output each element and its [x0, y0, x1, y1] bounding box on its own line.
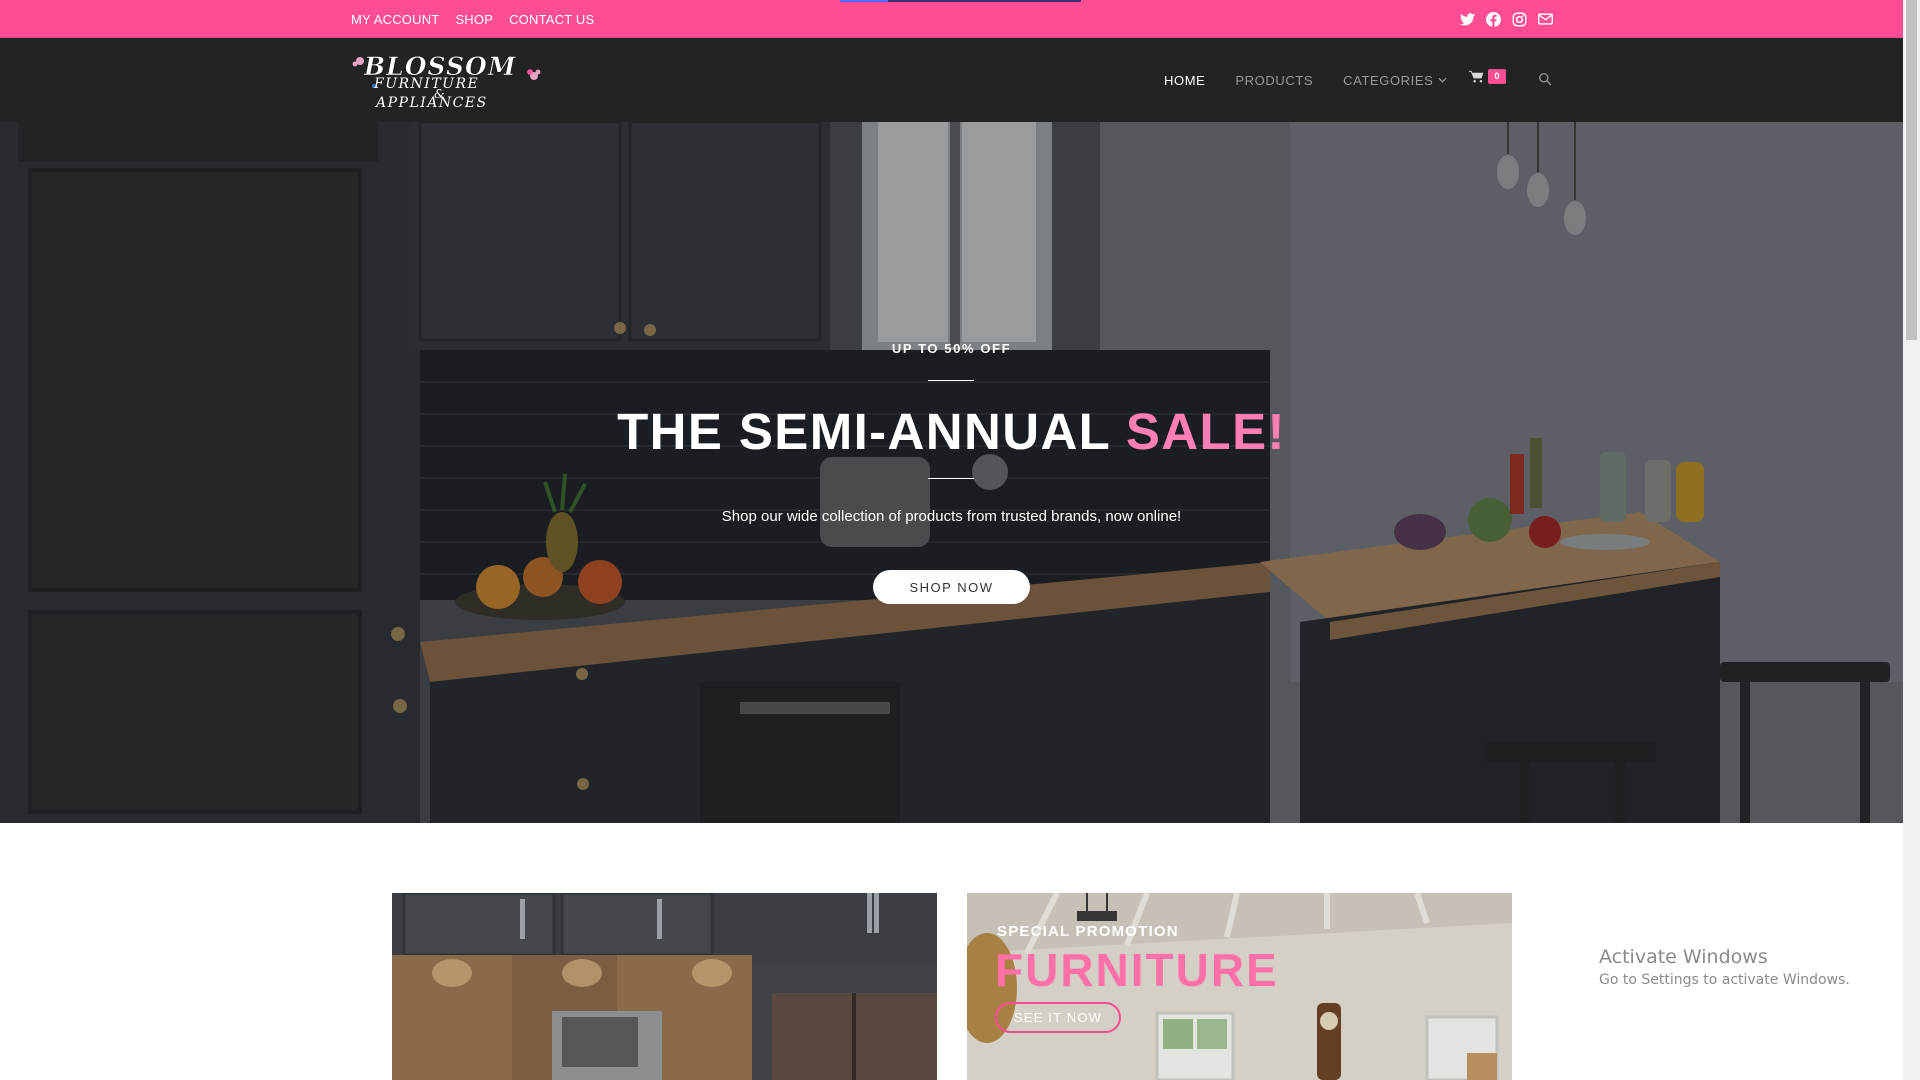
nav-categories-label: CATEGORIES: [1343, 72, 1434, 88]
hero-title-accent: SALE!: [1125, 403, 1286, 460]
top-bar: MY ACCOUNT SHOP CONTACT US: [0, 0, 1903, 38]
hero-subtitle: Shop our wide collection of products fro…: [721, 508, 1182, 525]
chevron-down-icon: [1438, 77, 1447, 83]
shop-link[interactable]: SHOP: [455, 12, 493, 27]
scrollbar-thumb[interactable]: [1906, 0, 1917, 340]
nav-home[interactable]: HOME: [1164, 73, 1205, 88]
nav-products[interactable]: PRODUCTS: [1235, 73, 1313, 88]
nav-categories[interactable]: CATEGORIES: [1343, 73, 1447, 88]
cart-icon: [1469, 70, 1484, 83]
instagram-icon[interactable]: [1511, 11, 1527, 27]
promo-title: FURNITURE: [995, 944, 1279, 996]
social-links: [1459, 0, 1553, 38]
search-button[interactable]: [1538, 72, 1552, 91]
search-icon: [1539, 73, 1552, 86]
facebook-icon[interactable]: [1485, 11, 1501, 27]
windows-activation-watermark: Activate Windows Go to Settings to activ…: [1599, 946, 1850, 988]
page-load-progress: [840, 0, 1081, 2]
promo-card-furniture[interactable]: SPECIAL PROMOTION FURNITURE SEE IT NOW: [967, 893, 1512, 1080]
promo-card-appliances[interactable]: [392, 893, 937, 1080]
logo-line-2: FURNITURE: [373, 76, 479, 92]
top-links: MY ACCOUNT SHOP CONTACT US: [351, 0, 594, 38]
site-header: BLOSSOM FURNITURE & APPLIANCES HOME PROD…: [0, 38, 1903, 122]
appliance-kitchen-image: [392, 893, 937, 1080]
see-it-now-button[interactable]: SEE IT NOW: [995, 1002, 1121, 1033]
watermark-subtitle: Go to Settings to activate Windows.: [1599, 972, 1850, 988]
main-nav: HOME PRODUCTS CATEGORIES: [1164, 38, 1477, 122]
hero-divider-bottom: [928, 478, 974, 479]
hero-eyebrow: UP TO 50% OFF: [891, 341, 1012, 356]
promo-eyebrow: SPECIAL PROMOTION: [997, 923, 1179, 940]
my-account-link[interactable]: MY ACCOUNT: [351, 12, 439, 27]
watermark-title: Activate Windows: [1599, 946, 1768, 968]
hero-divider-top: [928, 380, 974, 381]
hero-banner: UP TO 50% OFF THE SEMI-ANNUAL SALE! Shop…: [0, 122, 1903, 823]
hero-title: THE SEMI-ANNUAL SALE!: [0, 402, 1903, 461]
contact-us-link[interactable]: CONTACT US: [509, 12, 594, 27]
cart-count-badge: 0: [1488, 69, 1506, 84]
twitter-icon[interactable]: [1459, 11, 1475, 27]
logo-line-4: APPLIANCES: [374, 95, 488, 108]
hero-title-main: THE SEMI-ANNUAL: [617, 403, 1126, 460]
blossom-logo[interactable]: BLOSSOM FURNITURE & APPLIANCES: [352, 52, 542, 108]
cart-button[interactable]: 0: [1469, 69, 1506, 84]
page-scrollbar[interactable]: [1903, 0, 1920, 1080]
mail-icon[interactable]: [1537, 11, 1553, 27]
shop-now-button[interactable]: SHOP NOW: [873, 570, 1030, 604]
hero-content: UP TO 50% OFF THE SEMI-ANNUAL SALE! Shop…: [0, 122, 1903, 823]
